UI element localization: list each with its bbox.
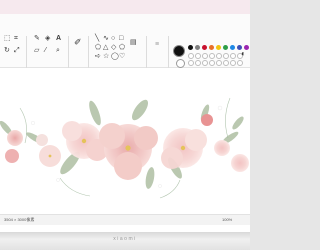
magnifier-icon[interactable]: ⌕ [56, 47, 60, 54]
floral-artwork [0, 97, 249, 199]
empty-color-slot[interactable] [223, 60, 229, 66]
callout-shape-icon[interactable]: ◯ [111, 53, 119, 60]
secondary-color-swatch[interactable] [176, 59, 185, 68]
laptop-screen: ⬚ ⌗ ↻ ⤢ ✎ ◈ A ▱ ⁄ ⌕ 工具 ✐ ╲ ∿ ○ □ ⬠ △ ◇ ⬠… [0, 0, 250, 232]
empty-color-slot[interactable] [195, 53, 201, 59]
palette-color-swatch[interactable] [230, 45, 235, 50]
primary-color-swatch[interactable] [173, 45, 185, 57]
palette-color-swatch[interactable] [188, 45, 193, 50]
empty-color-slot[interactable] [230, 60, 236, 66]
polygon-shape-icon[interactable]: ⬠ [95, 44, 101, 51]
empty-color-slot[interactable] [195, 60, 201, 66]
eraser-icon[interactable]: ▱ [34, 47, 39, 54]
brand-logo: xiaomi [113, 236, 137, 242]
select-icon[interactable]: ⬚ [4, 35, 11, 42]
empty-color-slot[interactable] [209, 60, 215, 66]
rotate-icon[interactable]: ↻ [4, 47, 10, 54]
title-bar [0, 0, 250, 14]
ribbon-toolbar: ⬚ ⌗ ↻ ⤢ ✎ ◈ A ▱ ⁄ ⌕ 工具 ✐ ╲ ∿ ○ □ ⬠ △ ◇ ⬠… [0, 14, 250, 76]
text-icon[interactable]: A [56, 35, 61, 42]
palette-color-swatch[interactable] [209, 45, 214, 50]
palette-color-swatch[interactable] [202, 45, 207, 50]
drawing-canvas[interactable] [0, 68, 250, 211]
palette-color-swatch[interactable] [223, 45, 228, 50]
empty-color-slot[interactable] [237, 60, 243, 66]
empty-color-slot[interactable] [216, 60, 222, 66]
empty-color-slot[interactable] [209, 53, 215, 59]
arrow-shape-icon[interactable]: ➪ [95, 53, 101, 60]
empty-color-slot[interactable] [202, 60, 208, 66]
pencil-icon[interactable]: ✎ [34, 35, 40, 42]
picker-icon[interactable]: ⁄ [45, 47, 46, 54]
palette-color-swatch[interactable] [216, 45, 221, 50]
triangle-shape-icon[interactable]: △ [103, 44, 108, 51]
curve-shape-icon[interactable]: ∿ [103, 35, 109, 42]
empty-color-slot[interactable] [202, 53, 208, 59]
crop-icon[interactable]: ⌗ [14, 35, 18, 42]
diamond-shape-icon[interactable]: ◇ [111, 44, 116, 51]
palette-color-swatch[interactable] [195, 45, 200, 50]
empty-color-slot[interactable] [216, 53, 222, 59]
heart-shape-icon[interactable]: ♡ [119, 53, 125, 60]
fill-icon[interactable]: ◈ [45, 35, 50, 42]
empty-color-slot[interactable] [223, 53, 229, 59]
empty-color-slot[interactable] [230, 53, 236, 59]
rectangle-shape-icon[interactable]: □ [119, 35, 123, 42]
canvas-dimensions: 3504 × 3000像素 [4, 217, 35, 222]
edit-colors-icon[interactable]: ◐ [241, 50, 246, 58]
brush-icon[interactable]: ✐ [74, 38, 82, 47]
pentagon-shape-icon[interactable]: ⬠ [119, 44, 125, 51]
line-shape-icon[interactable]: ╲ [95, 35, 99, 42]
status-bar: 3504 × 3000像素 100% [0, 214, 250, 225]
resize-icon[interactable]: ⤢ [14, 47, 20, 54]
empty-color-slot[interactable] [188, 53, 194, 59]
zoom-level[interactable]: 100% [222, 217, 232, 222]
star-shape-icon[interactable]: ☆ [103, 53, 109, 60]
empty-color-slot[interactable] [188, 60, 194, 66]
oval-shape-icon[interactable]: ○ [111, 35, 115, 42]
size-icon[interactable]: ≡ [155, 41, 159, 48]
outline-dropdown-icon[interactable]: ▤ [130, 39, 137, 46]
